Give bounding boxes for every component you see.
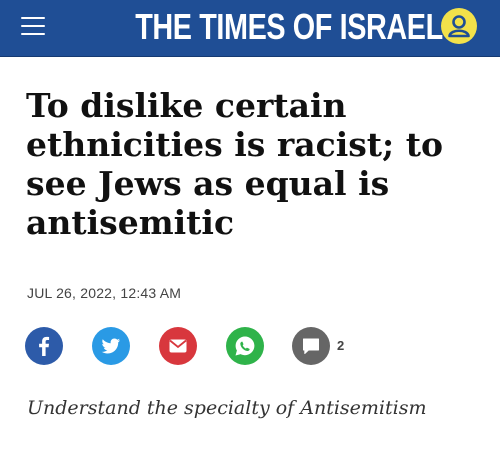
share-whatsapp-button[interactable]	[226, 327, 264, 365]
whatsapp-icon	[235, 336, 255, 356]
hamburger-menu-icon[interactable]	[21, 15, 45, 37]
comment-icon	[303, 338, 319, 354]
article-date: JUL 26, 2022, 12:43 AM	[27, 285, 182, 301]
email-icon	[169, 339, 187, 353]
user-account-icon[interactable]	[441, 8, 477, 44]
facebook-icon	[39, 336, 50, 356]
comment-count: 2	[337, 338, 345, 353]
comments-button[interactable]	[292, 327, 330, 365]
share-email-button[interactable]	[159, 327, 197, 365]
article-subheading: Understand the specialty of Antisemitism	[27, 397, 427, 419]
twitter-icon	[101, 338, 120, 354]
share-facebook-button[interactable]	[25, 327, 63, 365]
article-headline: To dislike certain ethnicities is racist…	[26, 86, 443, 242]
site-logo[interactable]: THE TIMES OF ISRAEL	[135, 6, 443, 48]
share-twitter-button[interactable]	[92, 327, 130, 365]
article: To dislike certain ethnicities is racist…	[0, 56, 500, 450]
site-header: THE TIMES OF ISRAEL	[0, 0, 500, 57]
